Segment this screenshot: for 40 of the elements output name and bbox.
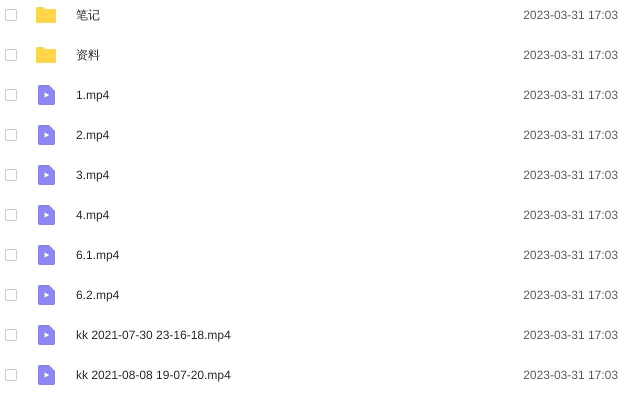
checkbox[interactable] xyxy=(5,129,17,141)
video-file-icon xyxy=(38,245,54,265)
video-file-icon xyxy=(38,85,54,105)
checkbox[interactable] xyxy=(5,249,17,261)
file-name[interactable]: kk 2021-07-30 23-16-18.mp4 xyxy=(76,326,231,344)
checkbox[interactable] xyxy=(5,169,17,181)
modified-time: 2023-03-31 17:03 xyxy=(523,327,618,344)
checkbox[interactable] xyxy=(5,49,17,61)
modified-time: 2023-03-31 17:03 xyxy=(523,167,618,184)
file-name[interactable]: kk 2021-08-08 19-07-20.mp4 xyxy=(76,366,231,384)
video-file-icon xyxy=(38,365,54,385)
modified-time: 2023-03-31 17:03 xyxy=(523,87,618,104)
file-name[interactable]: 6.1.mp4 xyxy=(76,246,120,264)
video-file-icon xyxy=(38,205,54,225)
file-name[interactable]: 3.mp4 xyxy=(76,166,110,184)
modified-time: 2023-03-31 17:03 xyxy=(523,127,618,144)
checkbox[interactable] xyxy=(5,9,17,21)
video-file-icon xyxy=(38,125,54,145)
checkbox[interactable] xyxy=(5,329,17,341)
file-name[interactable]: 笔记 xyxy=(76,6,100,24)
file-name[interactable]: 1.mp4 xyxy=(76,86,110,104)
video-file-icon xyxy=(38,165,54,185)
video-file-icon xyxy=(38,325,54,345)
file-name[interactable]: 6.2.mp4 xyxy=(76,286,120,304)
modified-time: 2023-03-31 17:03 xyxy=(523,287,618,304)
modified-time: 2023-03-31 17:03 xyxy=(523,47,618,64)
folder-icon xyxy=(36,7,56,23)
checkbox[interactable] xyxy=(5,369,17,381)
modified-time: 2023-03-31 17:03 xyxy=(523,7,618,24)
folder-icon xyxy=(36,47,56,63)
modified-time: 2023-03-31 17:03 xyxy=(523,367,618,384)
checkbox[interactable] xyxy=(5,209,17,221)
video-file-icon xyxy=(38,285,54,305)
checkbox[interactable] xyxy=(5,289,17,301)
modified-time: 2023-03-31 17:03 xyxy=(523,247,618,264)
checkbox[interactable] xyxy=(5,89,17,101)
file-name[interactable]: 资料 xyxy=(76,46,100,64)
file-name[interactable]: 2.mp4 xyxy=(76,126,110,144)
modified-time: 2023-03-31 17:03 xyxy=(523,207,618,224)
file-name[interactable]: 4.mp4 xyxy=(76,206,110,224)
